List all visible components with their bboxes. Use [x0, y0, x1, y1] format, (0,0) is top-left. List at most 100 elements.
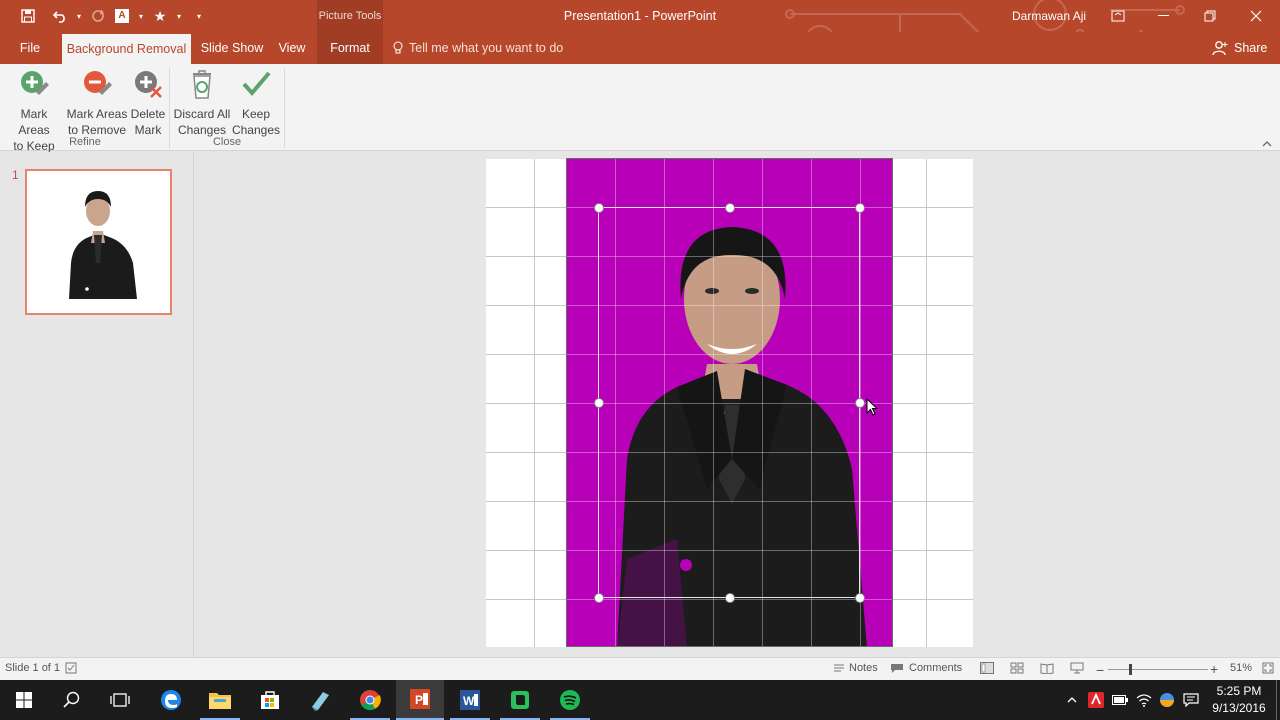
group-label-close: Close [212, 136, 242, 148]
keep-area-marquee[interactable] [598, 207, 860, 598]
restore-icon[interactable] [1187, 0, 1233, 32]
window-title: Presentation1 - PowerPoint [563, 9, 717, 23]
tray-expand-icon[interactable] [1062, 680, 1082, 720]
zoom-in-icon[interactable]: + [1210, 661, 1218, 677]
plus-pencil-icon [21, 71, 49, 95]
resize-handle-bottom[interactable] [725, 593, 735, 603]
notes-button[interactable]: Notes [834, 662, 878, 674]
collapse-ribbon-icon[interactable] [1262, 136, 1272, 150]
checkmark-icon [242, 71, 271, 97]
resize-handle-left[interactable] [594, 398, 604, 408]
lightbulb-icon [393, 41, 403, 54]
status-bar: Slide 1 of 1 Notes Comments − + 51% [0, 657, 1280, 680]
wifi-icon[interactable] [1134, 680, 1154, 720]
recycle-bin-icon [193, 70, 211, 99]
keep-line1: Mark Areas [18, 107, 50, 137]
person-icon [1212, 41, 1228, 56]
share-button[interactable]: Share [1212, 32, 1267, 64]
resize-handle-bottom-right[interactable] [855, 593, 865, 603]
share-label: Share [1234, 41, 1268, 55]
resize-handle-right[interactable] [855, 398, 865, 408]
slide-number: 1 [12, 168, 19, 182]
ribbon: Mark Areas to Keep Mark Areas to Remove De… [0, 64, 1280, 153]
zoom-out-icon[interactable]: − [1096, 662, 1104, 678]
delete-mark-icon [135, 71, 162, 98]
slide-thumbnail-pane: 1 [0, 152, 194, 657]
system-clock[interactable]: 5:25 PM 9/13/2016 [1204, 683, 1274, 717]
svg-text:W: W [463, 694, 475, 708]
keepch-line1: Keep [241, 107, 270, 121]
notes-label: Notes [849, 662, 878, 674]
tab-file[interactable]: File [12, 32, 48, 64]
notes-icon [834, 664, 844, 672]
battery-icon[interactable] [1110, 680, 1130, 720]
tab-format[interactable]: Format [317, 32, 383, 64]
minus-pencil-icon [84, 71, 112, 95]
slide-info-text: Slide 1 of 1 [5, 662, 61, 674]
edge-browser-icon[interactable] [147, 680, 195, 720]
search-icon[interactable] [48, 680, 96, 720]
chrome-icon[interactable] [346, 680, 394, 720]
minimize-icon[interactable] [1141, 0, 1187, 32]
normal-view-icon[interactable] [980, 662, 994, 674]
tell-me-text: Tell me what you want to do [409, 41, 564, 55]
discard-all-changes-button[interactable]: Discard All Changes [172, 68, 232, 138]
resize-handle-bottom-left[interactable] [594, 593, 604, 603]
group-separator [284, 68, 285, 148]
slide-thumbnail[interactable] [25, 169, 172, 315]
store-icon[interactable] [246, 680, 294, 720]
delete-mark-button[interactable]: Delete Mark [129, 68, 167, 138]
tab-view[interactable]: View [273, 32, 311, 64]
slide-sorter-icon[interactable] [1010, 662, 1024, 674]
app-tray-icon[interactable] [1157, 680, 1177, 720]
resize-handle-top-left[interactable] [594, 203, 604, 213]
remove-line1: Mark Areas [66, 107, 128, 121]
zoom-slider-track[interactable] [1108, 669, 1208, 670]
remove-line2: to Remove [67, 123, 127, 137]
zoom-slider-thumb[interactable] [1129, 664, 1132, 675]
task-view-icon[interactable] [96, 680, 144, 720]
mark-areas-to-remove-button[interactable]: Mark Areas to Remove [66, 68, 128, 138]
taskbar: P W 5:25 PM 9/13/2016 [0, 680, 1280, 720]
spotify-icon[interactable] [546, 680, 594, 720]
mouse-cursor-icon [866, 398, 878, 416]
tab-slide-show[interactable]: Slide Show [196, 32, 268, 64]
comments-label: Comments [909, 662, 963, 674]
resize-handle-top-right[interactable] [855, 203, 865, 213]
slide-info: Slide 1 of 1 [5, 662, 77, 674]
comments-button[interactable]: Comments [890, 662, 962, 674]
keepch-line2: Changes [231, 123, 281, 137]
zoom-level[interactable]: 51% [1230, 662, 1252, 674]
clock-time: 5:25 PM [1216, 684, 1262, 698]
evernote-icon[interactable] [496, 680, 544, 720]
tell-me-box[interactable]: Tell me what you want to do [393, 32, 563, 64]
word-icon[interactable]: W [446, 680, 494, 720]
fit-slide-icon[interactable] [1262, 662, 1274, 674]
powerpoint-icon[interactable]: P [396, 680, 444, 720]
spell-check-icon[interactable] [65, 662, 77, 674]
group-label-refine: Refine [69, 136, 101, 148]
reading-view-icon[interactable] [1040, 662, 1054, 674]
start-windows-icon[interactable] [0, 680, 48, 720]
action-center-icon[interactable] [1180, 680, 1202, 720]
ribbon-tabs: File Background Removal Slide Show View … [0, 32, 1280, 64]
delete-line1: Delete [130, 107, 166, 121]
slideshow-view-icon[interactable] [1070, 662, 1084, 674]
resize-handle-top[interactable] [725, 203, 735, 213]
file-explorer-icon[interactable] [196, 680, 244, 720]
show-desktop-button[interactable] [1276, 680, 1280, 720]
app-icon[interactable] [296, 680, 344, 720]
person-photo-thumbnail [69, 191, 137, 299]
tab-background-removal[interactable]: Background Removal [62, 34, 191, 64]
delete-line2: Mark [134, 123, 162, 137]
user-name[interactable]: Darmawan Aji [1012, 9, 1086, 23]
discard-line2: Changes [177, 123, 227, 137]
clock-date: 9/13/2016 [1212, 701, 1266, 715]
title-bar: ▾ A ▾ ★ ▾ ▾ Picture Tools Presentation1 … [0, 0, 1280, 61]
svg-text:P: P [415, 693, 423, 707]
ribbon-display-options-icon[interactable] [1095, 0, 1141, 32]
keep-changes-button[interactable]: Keep Changes [230, 68, 282, 138]
close-icon[interactable] [1233, 0, 1279, 32]
comments-icon [891, 663, 903, 673]
antivirus-icon[interactable] [1086, 680, 1106, 720]
